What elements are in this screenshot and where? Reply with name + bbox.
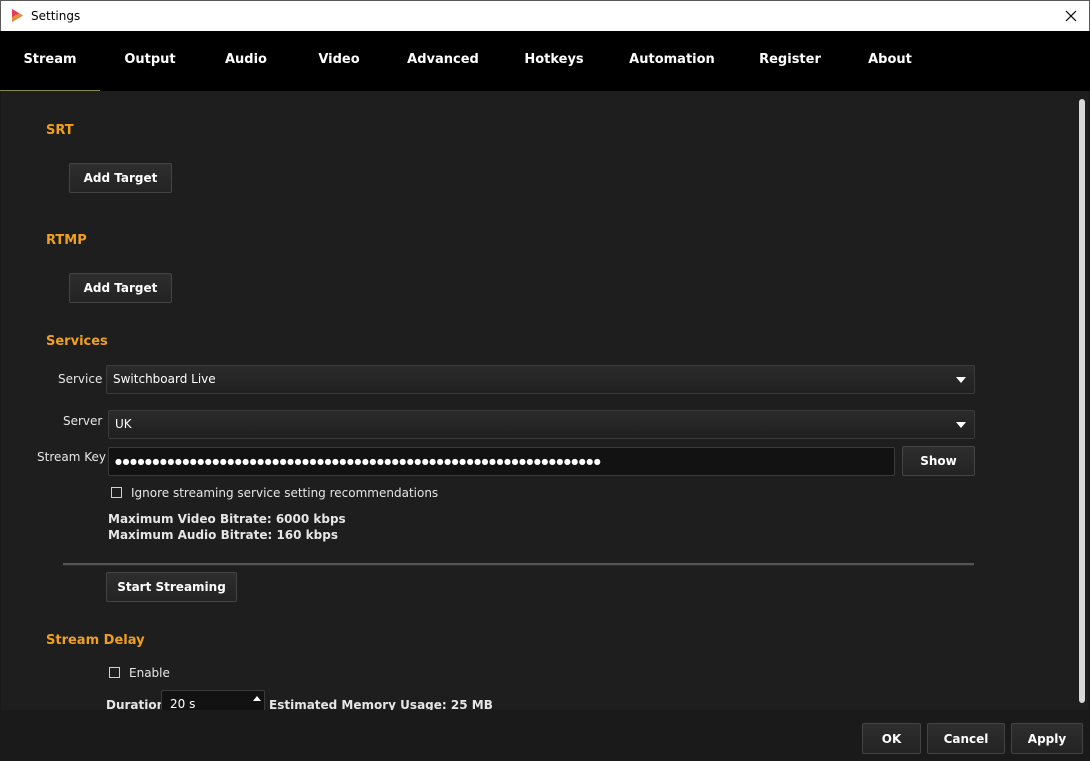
service-label: Service — [58, 372, 103, 386]
duration-spinbox[interactable]: 20 s — [161, 690, 265, 710]
tab-hotkeys[interactable]: Hotkeys — [500, 31, 608, 91]
stream-key-input[interactable]: ●●●●●●●●●●●●●●●●●●●●●●●●●●●●●●●●●●●●●●●●… — [108, 447, 895, 476]
duration-value: 20 s — [170, 697, 196, 710]
settings-content: SRT Add Target RTMP Add Target Services … — [1, 91, 1088, 710]
tab-advanced[interactable]: Advanced — [386, 31, 500, 91]
apply-button[interactable]: Apply — [1011, 723, 1083, 754]
stream-key-label: Stream Key — [37, 450, 106, 464]
title-bar: Settings — [0, 0, 1090, 31]
tab-output[interactable]: Output — [100, 31, 200, 91]
estimated-memory-usage: Estimated Memory Usage: 25 MB — [269, 698, 493, 710]
enable-delay-checkbox[interactable] — [109, 667, 120, 678]
ignore-recommendations-label: Ignore streaming service setting recomme… — [131, 486, 439, 500]
server-label: Server — [63, 414, 103, 428]
stream-delay-section-title: Stream Delay — [46, 633, 145, 648]
tab-stream[interactable]: Stream — [0, 31, 100, 91]
srt-add-target-button[interactable]: Add Target — [69, 163, 172, 193]
ok-button[interactable]: OK — [862, 723, 921, 754]
enable-delay-label: Enable — [129, 666, 170, 680]
server-dropdown[interactable]: UK — [108, 410, 975, 439]
start-streaming-button[interactable]: Start Streaming — [106, 572, 237, 602]
cancel-button[interactable]: Cancel — [927, 723, 1005, 754]
server-dropdown-value: UK — [115, 417, 132, 431]
ignore-recommendations-checkbox[interactable] — [111, 487, 122, 498]
rtmp-section-title: RTMP — [46, 233, 87, 248]
rtmp-add-target-button[interactable]: Add Target — [69, 273, 172, 303]
show-stream-key-button[interactable]: Show — [902, 446, 975, 476]
scrollbar-thumb[interactable] — [1079, 99, 1085, 703]
tab-register[interactable]: Register — [736, 31, 844, 91]
tab-about[interactable]: About — [844, 31, 936, 91]
chevron-down-icon — [956, 422, 966, 428]
duration-label: Duration — [106, 698, 166, 710]
tab-video[interactable]: Video — [292, 31, 386, 91]
vertical-scrollbar[interactable] — [1077, 99, 1087, 703]
close-button[interactable] — [1053, 1, 1089, 31]
service-dropdown[interactable]: Switchboard Live — [106, 365, 975, 394]
chevron-up-icon[interactable] — [253, 696, 261, 701]
section-divider — [63, 563, 974, 566]
dialog-footer: OK Cancel Apply — [0, 710, 1090, 761]
tab-bar: Stream Output Audio Video Advanced Hotke… — [0, 31, 1090, 91]
max-audio-bitrate: Maximum Audio Bitrate: 160 kbps — [108, 528, 338, 542]
srt-section-title: SRT — [46, 123, 74, 138]
close-icon — [1065, 10, 1077, 22]
chevron-down-icon — [956, 377, 966, 383]
window-title: Settings — [31, 9, 81, 23]
tab-automation[interactable]: Automation — [608, 31, 736, 91]
max-video-bitrate: Maximum Video Bitrate: 6000 kbps — [108, 512, 346, 526]
tab-audio[interactable]: Audio — [200, 31, 292, 91]
app-logo-icon — [12, 9, 23, 22]
service-dropdown-value: Switchboard Live — [113, 372, 216, 386]
services-section-title: Services — [46, 334, 108, 349]
